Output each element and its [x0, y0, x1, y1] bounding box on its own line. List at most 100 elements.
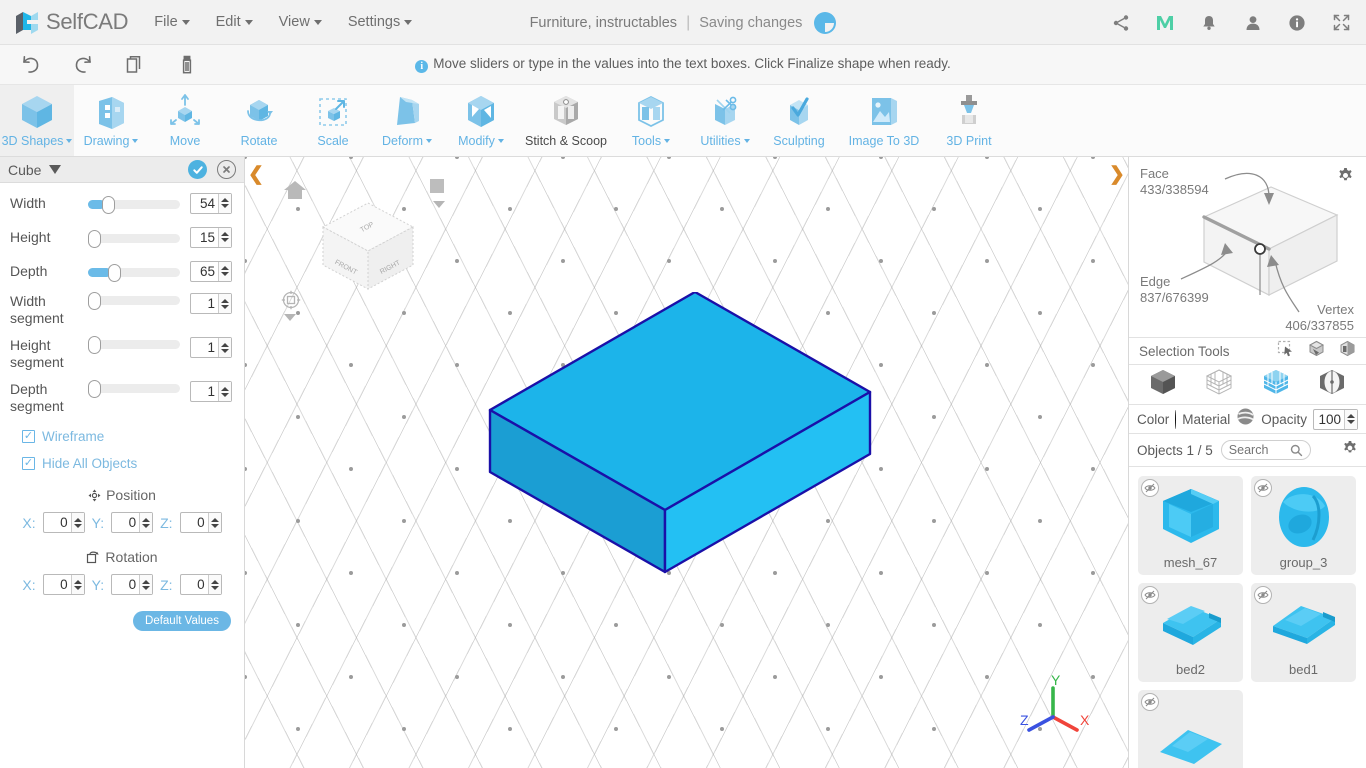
wireframe-cube-icon[interactable] [1204, 367, 1234, 402]
slider-height-segment[interactable] [88, 336, 180, 354]
collapse-right-panel-button[interactable]: ❯ [1108, 162, 1126, 186]
checkbox-hide-all-objects[interactable]: ✓ Hide All Objects [0, 456, 244, 471]
ribbon-sculpting[interactable]: Sculpting [762, 85, 836, 156]
numbox-rotation-x[interactable] [42, 574, 85, 595]
objects-search-input[interactable] [1228, 443, 1287, 457]
objects-search-box[interactable] [1220, 440, 1311, 460]
document-title[interactable]: Furniture, instructables [530, 15, 677, 31]
spinner-position-z[interactable] [207, 513, 221, 532]
3d-viewport[interactable]: ❮ ❯ TOP FRONT RIGHT Y X Z [245, 157, 1128, 768]
copy-icon[interactable] [122, 52, 148, 78]
ribbon-3d-shapes[interactable]: 3D Shapes [0, 85, 74, 156]
input-position-z[interactable] [180, 515, 208, 530]
target-focus-dropdown-icon[interactable] [284, 314, 296, 321]
spinner-opacity[interactable] [1344, 409, 1357, 429]
numbox-depth-segment[interactable] [190, 381, 232, 402]
ribbon-modify[interactable]: Modify [444, 85, 518, 156]
numbox-position-x[interactable] [42, 512, 85, 533]
vertex-cube-icon[interactable] [1317, 367, 1347, 402]
brand-logo[interactable]: SelfCAD [0, 9, 129, 35]
object-card-mesh-67[interactable]: mesh_67 [1138, 476, 1243, 575]
slider-height[interactable] [88, 230, 180, 248]
share-icon[interactable] [1110, 12, 1132, 34]
ribbon-image-to-3d[interactable]: Image To 3D [836, 85, 932, 156]
input-position-y[interactable] [112, 515, 140, 530]
spinner-position-x[interactable] [70, 513, 84, 532]
spinner-rotation-z[interactable] [207, 575, 221, 594]
cancel-button[interactable] [217, 160, 236, 179]
color-swatch[interactable] [1175, 409, 1177, 429]
default-values-button[interactable]: Default Values [133, 611, 231, 631]
menu-file[interactable]: File [154, 14, 190, 30]
ribbon-stitch-scoop[interactable]: Stitch & Scoop [518, 85, 614, 156]
viewport-mode-dropdown-icon[interactable] [433, 201, 445, 208]
input-rotation-x[interactable] [43, 577, 71, 592]
delete-icon[interactable] [174, 52, 200, 78]
object-card-group-3[interactable]: group_3 [1251, 476, 1356, 575]
confirm-button[interactable] [188, 160, 207, 179]
input-width[interactable] [191, 195, 218, 211]
spinner-rotation-x[interactable] [70, 575, 84, 594]
input-opacity[interactable] [1314, 411, 1344, 427]
rect-select-icon[interactable] [1277, 340, 1294, 362]
mixed-logo-icon[interactable] [1154, 12, 1176, 34]
fullscreen-icon[interactable] [1330, 12, 1352, 34]
material-icon[interactable] [1236, 407, 1255, 431]
home-view-icon[interactable] [283, 179, 307, 206]
info-icon[interactable] [1286, 12, 1308, 34]
spinner-height[interactable] [218, 227, 231, 247]
menu-edit[interactable]: Edit [216, 14, 253, 30]
object-card-bed2[interactable]: bed2 [1138, 583, 1243, 682]
object-select-icon[interactable] [1308, 340, 1325, 362]
ribbon-deform[interactable]: Deform [370, 85, 444, 156]
bell-icon[interactable] [1198, 12, 1220, 34]
input-depth-segment[interactable] [191, 384, 218, 399]
visibility-toggle-icon[interactable] [1254, 479, 1272, 497]
ribbon-utilities[interactable]: Utilities [688, 85, 762, 156]
input-width-segment[interactable] [191, 296, 218, 311]
object-card-partial[interactable] [1138, 690, 1243, 768]
slider-width-segment[interactable] [88, 292, 180, 310]
numbox-position-z[interactable] [179, 512, 222, 533]
input-rotation-y[interactable] [112, 577, 140, 592]
input-rotation-z[interactable] [180, 577, 208, 592]
numbox-height-segment[interactable] [190, 337, 232, 358]
numbox-width[interactable] [190, 192, 232, 214]
spinner-position-y[interactable] [139, 513, 153, 532]
partial-select-icon[interactable] [1339, 340, 1356, 362]
input-depth[interactable] [191, 263, 218, 279]
visibility-toggle-icon[interactable] [1141, 586, 1159, 604]
user-icon[interactable] [1242, 12, 1264, 34]
undo-icon[interactable] [18, 52, 44, 78]
slider-depth[interactable] [88, 264, 180, 282]
menu-settings[interactable]: Settings [348, 14, 413, 30]
ribbon-move[interactable]: Move [148, 85, 222, 156]
redo-icon[interactable] [70, 52, 96, 78]
input-position-x[interactable] [43, 515, 71, 530]
spinner-rotation-y[interactable] [139, 575, 153, 594]
slider-width[interactable] [88, 196, 180, 214]
spinner-width[interactable] [218, 193, 231, 213]
panel-title-group[interactable]: Cube [8, 162, 62, 178]
numbox-height[interactable] [190, 226, 232, 248]
collapse-left-panel-button[interactable]: ❮ [247, 162, 265, 186]
numbox-rotation-z[interactable] [179, 574, 222, 595]
target-focus-icon[interactable] [281, 290, 301, 315]
numbox-depth[interactable] [190, 260, 232, 282]
menu-view[interactable]: View [279, 14, 322, 30]
numbox-opacity[interactable] [1313, 408, 1358, 430]
numbox-width-segment[interactable] [190, 293, 232, 314]
visibility-toggle-icon[interactable] [1254, 586, 1272, 604]
navigation-cube[interactable]: TOP FRONT RIGHT [313, 197, 423, 302]
ribbon-rotate[interactable]: Rotate [222, 85, 296, 156]
checkbox-hide-all-objects-box[interactable]: ✓ [22, 457, 35, 470]
spinner-depth-segment[interactable] [218, 382, 231, 401]
numbox-rotation-y[interactable] [111, 574, 154, 595]
object-card-bed1[interactable]: bed1 [1251, 583, 1356, 682]
objects-settings-gear-icon[interactable] [1342, 440, 1358, 461]
ribbon-drawing[interactable]: Drawing [74, 85, 148, 156]
input-height-segment[interactable] [191, 340, 218, 355]
ribbon-scale[interactable]: Scale [296, 85, 370, 156]
face-cube-icon[interactable] [1261, 367, 1291, 402]
selected-3d-box[interactable] [485, 292, 885, 582]
